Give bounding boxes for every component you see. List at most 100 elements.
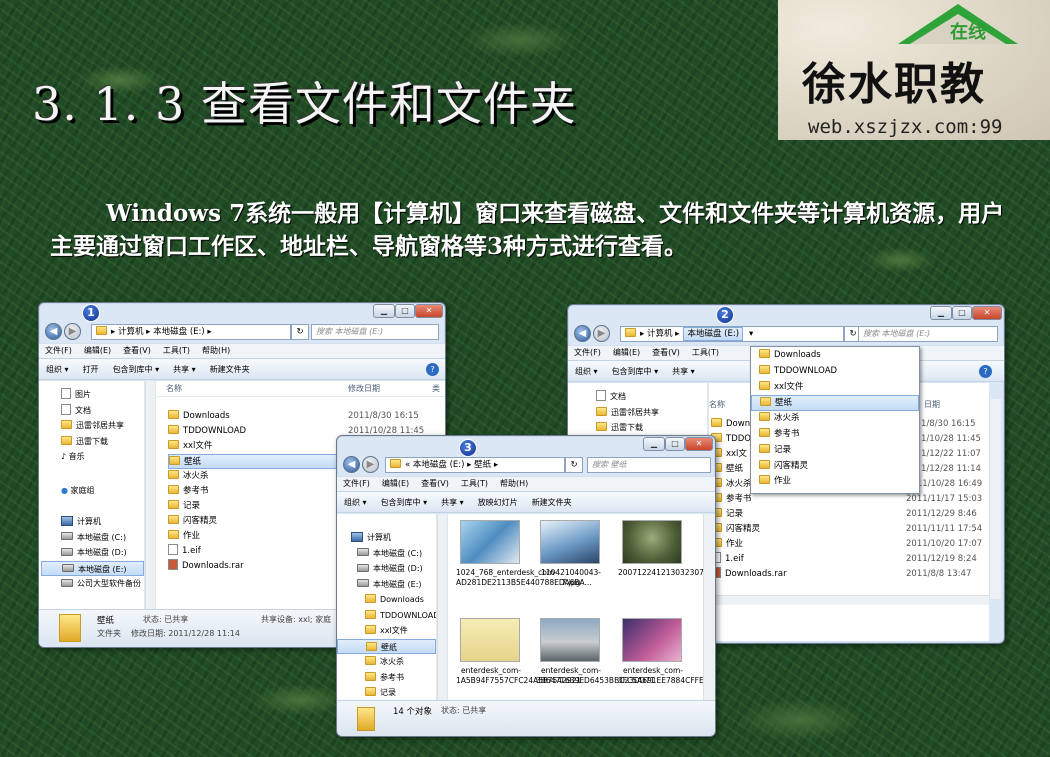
dropdown-item[interactable]: TDDOWNLOAD [751, 364, 919, 380]
list-item[interactable]: 1.eif 2011/12/19 8:24 [711, 552, 989, 567]
address-bar[interactable]: « 本地磁盘 (E:) ▸ 壁纸 ▸ [385, 457, 565, 473]
maximize-button[interactable]: □ [665, 437, 685, 451]
list-item[interactable]: 记录 2011/12/29 8:46 [711, 507, 989, 522]
nav-item-drive-c[interactable]: 本地磁盘 (C:) [61, 530, 144, 546]
image-thumbnail[interactable] [622, 618, 682, 662]
menu-file[interactable]: 文件(F) [568, 346, 607, 360]
nav-item-drive-d[interactable]: 本地磁盘 (D:) [61, 545, 144, 561]
image-caption[interactable]: enterdesk_com-3B6471639ED6453BBC23DD71 [536, 666, 655, 686]
maximize-button[interactable]: □ [395, 304, 415, 318]
menu-view[interactable]: 查看(V) [415, 477, 455, 491]
menu-view[interactable]: 查看(V) [646, 346, 686, 360]
new-folder-button[interactable]: 新建文件夹 [203, 359, 257, 380]
share-button[interactable]: 共享 ▾ [434, 492, 471, 513]
list-item[interactable]: Downloads 2011/8/30 16:15 [168, 409, 445, 424]
column-date[interactable]: 修改日期 [348, 381, 380, 397]
list-item[interactable]: 作业 2011/10/20 17:07 [711, 537, 989, 552]
nav-item-homegroup[interactable]: ● 家庭组 [61, 483, 144, 499]
nav-item-tddownload[interactable]: TDDOWNLOAD [351, 608, 436, 624]
dropdown-item[interactable]: 冰火杀 [751, 411, 919, 427]
forward-button[interactable]: ▶ [64, 323, 81, 340]
minimize-button[interactable]: ▁ [930, 306, 952, 320]
image-caption[interactable]: enterdesk_com-3FC5A691EE7884CFFE2791C22D [618, 666, 715, 686]
minimize-button[interactable]: ▁ [643, 437, 665, 451]
column-name[interactable]: 名称 [166, 384, 182, 393]
dropdown-item-selected[interactable]: 壁纸 [751, 395, 919, 412]
menu-file[interactable]: 文件(F) [39, 344, 78, 358]
refresh-button[interactable]: ↻ [291, 324, 309, 340]
menu-tools[interactable]: 工具(T) [157, 344, 196, 358]
nav-scrollbar[interactable] [145, 381, 155, 609]
include-library-button[interactable]: 包含到库中 ▾ [605, 361, 666, 382]
nav-item-drive-c[interactable]: 本地磁盘 (C:) [351, 546, 436, 562]
address-bar[interactable]: ▸ 计算机 ▸ 本地磁盘 (E:) ▸ [91, 324, 291, 340]
column-name[interactable]: 名称 [709, 400, 725, 409]
back-button[interactable]: ◀ [574, 325, 591, 342]
nav-item-xunlei-download[interactable]: 迅雷下载 [596, 420, 707, 436]
thumbnail-scrollbar[interactable] [703, 514, 715, 700]
list-item[interactable]: 闪客精灵 2011/11/11 17:54 [711, 522, 989, 537]
maximize-button[interactable]: □ [952, 306, 972, 320]
close-button[interactable]: ✕ [685, 437, 713, 451]
menu-edit[interactable]: 编辑(E) [607, 346, 646, 360]
include-library-button[interactable]: 包含到库中 ▾ [106, 359, 167, 380]
image-caption[interactable]: 110421040043-7.jpg [536, 568, 606, 588]
image-caption[interactable]: enterdesk_com-1A5B94F7557CFC24A587542921 [456, 666, 581, 686]
nav-item-records[interactable]: 记录 [351, 685, 436, 701]
back-button[interactable]: ◀ [45, 323, 62, 340]
column-date[interactable]: 日期 [924, 397, 940, 413]
address-bar[interactable]: ▸ 计算机 ▸ 本地磁盘 (E:) ▾ [620, 326, 844, 342]
include-library-button[interactable]: 包含到库中 ▾ [374, 492, 435, 513]
image-caption[interactable]: 1024_768_enterdesk_com-AD281DE2113B5E440… [456, 568, 592, 588]
nav-item-xxl[interactable]: xxl文件 [351, 623, 436, 639]
nav-item-bingho[interactable]: 冰火杀 [351, 654, 436, 670]
image-thumbnail[interactable] [460, 520, 520, 564]
help-icon[interactable]: ? [426, 363, 439, 376]
close-button[interactable]: ✕ [415, 304, 443, 318]
nav-item-xunlei-share[interactable]: 迅雷邻居共享 [61, 418, 144, 434]
nav-item-xunlei-share[interactable]: 迅雷邻居共享 [596, 405, 707, 421]
search-input[interactable]: 搜索 本地磁盘 (E:) [858, 326, 998, 342]
search-input[interactable]: 搜索 壁纸 [587, 457, 711, 473]
image-thumbnail[interactable] [540, 520, 600, 564]
column-type[interactable]: 类 [432, 381, 440, 397]
nav-item-xunlei-download[interactable]: 迅雷下载 [61, 434, 144, 450]
image-thumbnail[interactable] [540, 618, 600, 662]
nav-item-computer[interactable]: 计算机 [61, 514, 144, 530]
forward-button[interactable]: ▶ [593, 325, 610, 342]
menu-edit[interactable]: 编辑(E) [376, 477, 415, 491]
nav-item-music[interactable]: ♪ 音乐 [61, 449, 144, 465]
menu-help[interactable]: 帮助(H) [196, 344, 236, 358]
list-item[interactable]: 参考书 2011/11/17 15:03 [711, 492, 989, 507]
menu-view[interactable]: 查看(V) [117, 344, 157, 358]
organize-button[interactable]: 组织 ▾ [39, 359, 76, 380]
nav-scrollbar[interactable] [437, 514, 447, 700]
dropdown-item[interactable]: xxl文件 [751, 380, 919, 396]
minimize-button[interactable]: ▁ [373, 304, 395, 318]
list-item[interactable]: Downloads.rar 2011/8/8 13:47 [711, 567, 989, 582]
organize-button[interactable]: 组织 ▾ [568, 361, 605, 382]
menu-tools[interactable]: 工具(T) [455, 477, 494, 491]
dropdown-item[interactable]: 参考书 [751, 427, 919, 443]
forward-button[interactable]: ▶ [362, 456, 379, 473]
new-folder-button[interactable]: 新建文件夹 [525, 492, 579, 513]
dropdown-item[interactable]: 闪客精灵 [751, 459, 919, 475]
nav-item-documents[interactable]: 文档 [61, 403, 144, 419]
horizontal-scrollbar[interactable] [709, 595, 989, 605]
refresh-button[interactable]: ↻ [565, 457, 583, 473]
image-thumbnail[interactable] [460, 618, 520, 662]
nav-item-drive-d[interactable]: 本地磁盘 (D:) [351, 561, 436, 577]
nav-item-documents[interactable]: 文档 [596, 389, 707, 405]
dropdown-item[interactable]: Downloads [751, 348, 919, 364]
open-button[interactable]: 打开 [76, 359, 106, 380]
nav-item-backup[interactable]: 公司大型软件备份 [61, 576, 144, 592]
image-caption[interactable]: 200712241213032307.jpg [618, 568, 715, 578]
nav-item-downloads[interactable]: Downloads [351, 592, 436, 608]
close-button[interactable]: ✕ [972, 306, 1002, 320]
dropdown-item[interactable]: 记录 [751, 443, 919, 459]
nav-item-wallpaper[interactable]: 壁纸 [337, 638, 436, 654]
slideshow-button[interactable]: 放映幻灯片 [471, 492, 525, 513]
nav-item-computer[interactable]: 计算机 [351, 530, 436, 546]
menu-edit[interactable]: 编辑(E) [78, 344, 117, 358]
nav-item-drive-e[interactable]: 本地磁盘 (E:) [41, 560, 144, 576]
